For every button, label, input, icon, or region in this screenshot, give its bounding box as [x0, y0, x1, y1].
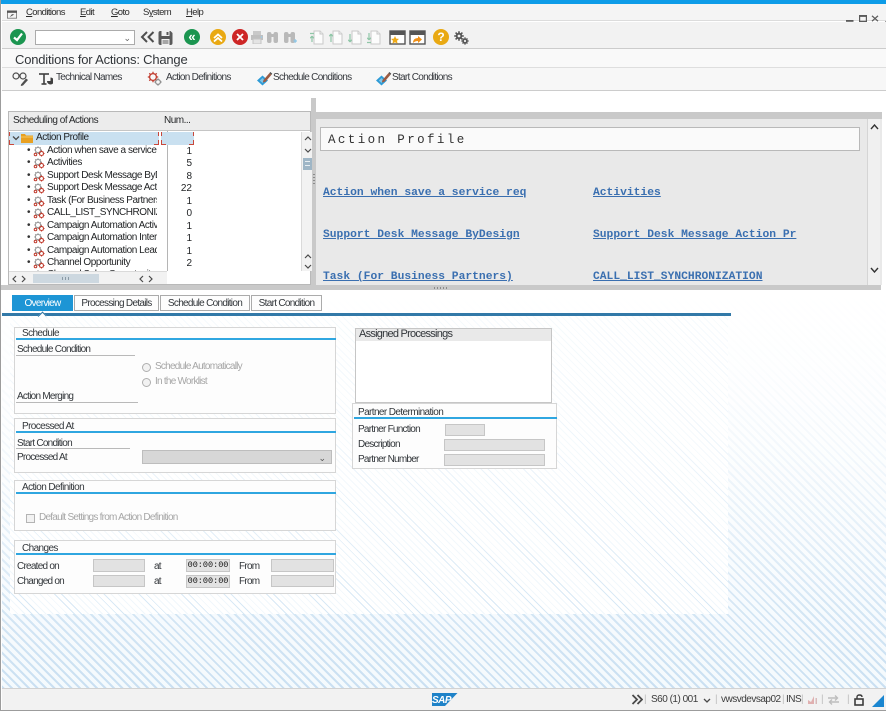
svg-text:SAP: SAP	[432, 695, 452, 706]
